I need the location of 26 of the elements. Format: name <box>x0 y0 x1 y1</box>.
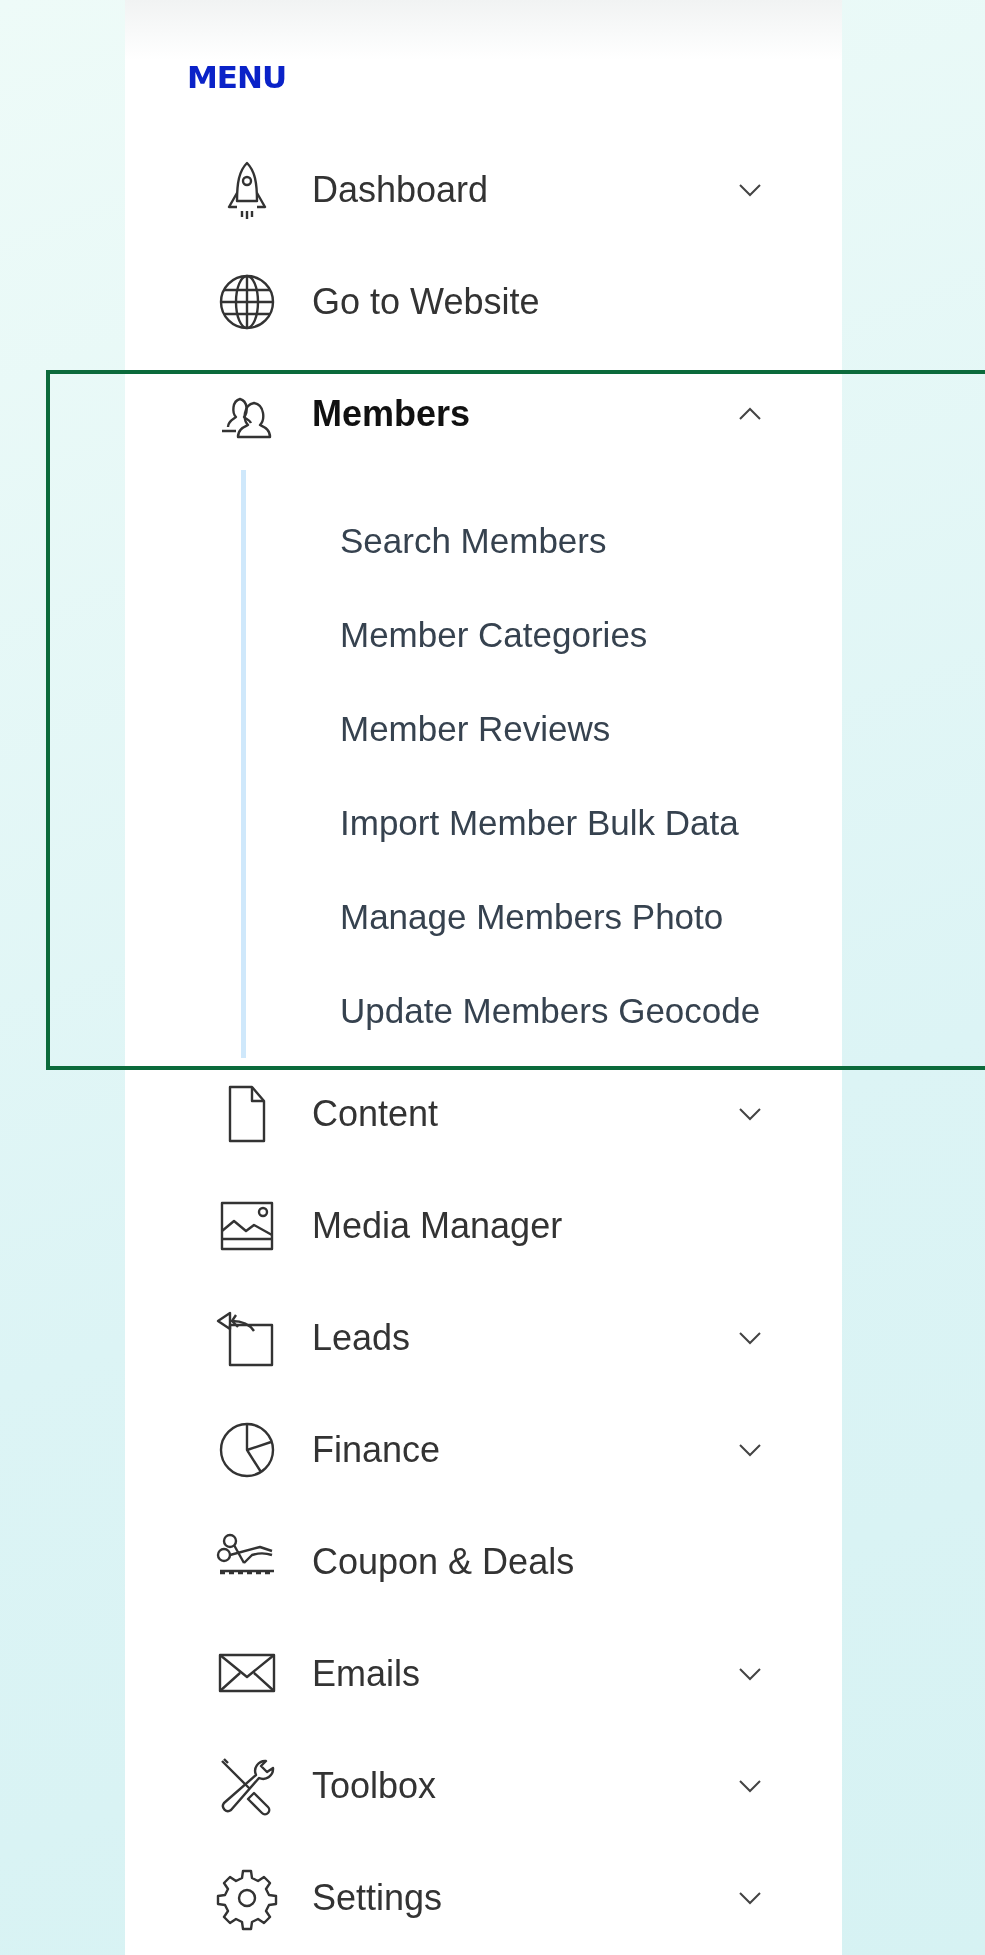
chevron-icon[interactable] <box>738 407 762 421</box>
chevron-icon[interactable] <box>738 183 762 197</box>
menu-item[interactable]: Leads <box>312 1317 411 1359</box>
menu-heading: MENU <box>187 58 287 96</box>
menu-item[interactable]: Members <box>312 393 471 435</box>
menu-item[interactable]: Finance <box>312 1429 441 1471</box>
menu-item[interactable]: Go to Website <box>312 281 540 323</box>
chevron-icon[interactable] <box>738 1443 762 1457</box>
chevron-icon[interactable] <box>738 1779 762 1793</box>
submenu-item[interactable]: Update Members Geocode <box>340 991 761 1031</box>
menu-item[interactable]: Emails <box>312 1653 421 1695</box>
menu-item[interactable]: Settings <box>312 1877 443 1919</box>
chevron-icon[interactable] <box>738 1667 762 1681</box>
submenu-item[interactable]: Manage Members Photo <box>340 897 724 937</box>
chevron-icon[interactable] <box>738 1107 762 1121</box>
submenu-item[interactable]: Search Members <box>340 521 607 561</box>
menu-item[interactable]: Toolbox <box>312 1765 437 1807</box>
chevron-icon[interactable] <box>738 1331 762 1345</box>
menu-item[interactable]: Media Manager <box>312 1205 563 1247</box>
submenu-item[interactable]: Member Reviews <box>340 709 611 749</box>
chevron-icon[interactable] <box>738 1891 762 1905</box>
menu-item[interactable]: Coupon & Deals <box>312 1541 575 1583</box>
submenu-item[interactable]: Import Member Bulk Data <box>340 803 739 843</box>
menu-item[interactable]: Dashboard <box>312 169 489 211</box>
submenu-item[interactable]: Member Categories <box>340 615 648 655</box>
menu-item[interactable]: Content <box>312 1093 439 1135</box>
